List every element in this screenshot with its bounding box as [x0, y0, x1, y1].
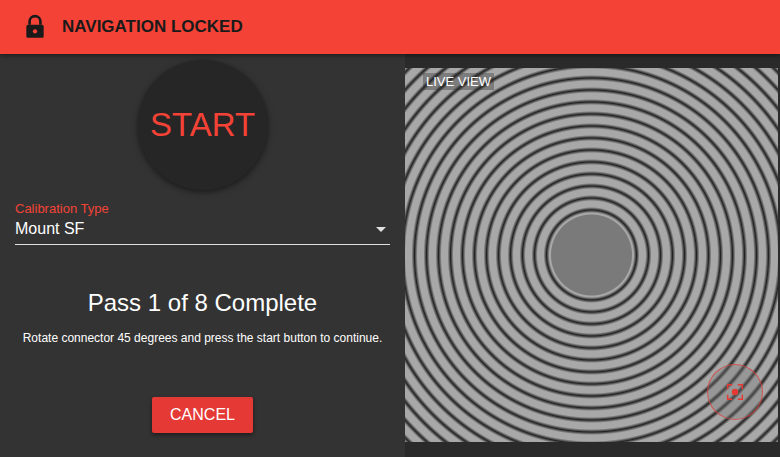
live-view-image: LIVE VIEW: [405, 68, 778, 442]
calibration-type-value: Mount SF: [15, 220, 84, 238]
pass-status: Pass 1 of 8 Complete: [88, 289, 317, 317]
header-bar: NAVIGATION LOCKED: [0, 0, 780, 54]
start-button[interactable]: START: [138, 60, 268, 190]
app-root: NAVIGATION LOCKED START Calibration Type…: [0, 0, 780, 457]
calibration-type-label: Calibration Type: [15, 201, 390, 216]
header-title: NAVIGATION LOCKED: [62, 17, 243, 37]
main-area: START Calibration Type Mount SF Pass 1 o…: [0, 54, 780, 457]
focus-target-icon[interactable]: [707, 364, 763, 420]
live-view-label: LIVE VIEW: [423, 73, 494, 90]
control-panel: START Calibration Type Mount SF Pass 1 o…: [0, 54, 405, 457]
instruction-text: Rotate connector 45 degrees and press th…: [15, 331, 391, 345]
cancel-button[interactable]: CANCEL: [152, 397, 253, 433]
calibration-type-value-row[interactable]: Mount SF: [15, 216, 390, 245]
calibration-type-select[interactable]: Calibration Type Mount SF: [15, 201, 390, 245]
dropdown-arrow-icon[interactable]: [376, 227, 386, 232]
lock-icon: [22, 14, 48, 40]
live-view-panel: LIVE VIEW: [405, 54, 780, 457]
